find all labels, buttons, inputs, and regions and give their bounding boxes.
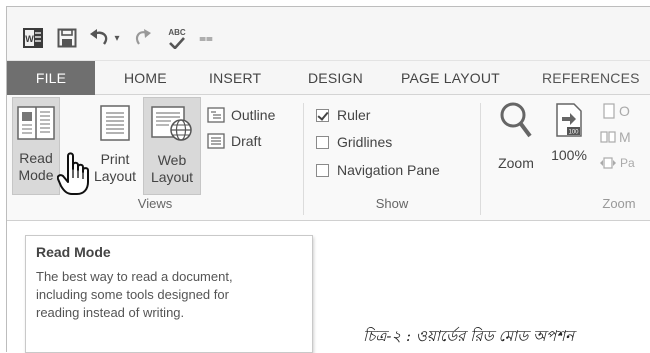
magnifier-icon xyxy=(499,101,533,143)
ruler-checkbox[interactable]: Ruler xyxy=(316,103,370,127)
gridlines-check-box[interactable] xyxy=(316,135,329,149)
read-mode-icon xyxy=(17,106,55,144)
tab-page-layout[interactable]: PAGE LAYOUT xyxy=(401,61,500,95)
tab-file[interactable]: FILE xyxy=(7,61,95,95)
print-layout-label-2: Layout xyxy=(93,168,137,184)
outline-button[interactable]: Outline xyxy=(207,103,275,127)
read-mode-label-1: Read xyxy=(19,150,53,166)
tab-design[interactable]: DESIGN xyxy=(308,61,363,95)
tooltip-line-2: including some tools designed for xyxy=(36,287,229,302)
tooltip-title: Read Mode xyxy=(36,244,111,260)
ruler-label: Ruler xyxy=(337,107,371,123)
group-divider xyxy=(480,103,481,215)
page-width-button[interactable]: Pa xyxy=(599,151,635,175)
redo-icon[interactable] xyxy=(131,25,155,51)
ribbon-tabs: FILE HOME INSERT DESIGN PAGE LAYOUT REFE… xyxy=(7,61,650,95)
multiple-pages-button[interactable]: M xyxy=(600,125,631,149)
show-group-label: Show xyxy=(375,196,409,211)
print-layout-icon xyxy=(100,105,130,145)
print-layout-label-1: Print xyxy=(100,151,130,167)
gridlines-label: Gridlines xyxy=(337,134,393,150)
word-app-icon[interactable]: W xyxy=(21,25,45,51)
web-layout-label-2: Layout xyxy=(150,169,194,185)
tab-home[interactable]: HOME xyxy=(124,61,167,95)
save-icon[interactable] xyxy=(55,25,79,51)
outline-label: Outline xyxy=(231,107,276,123)
svg-text:W: W xyxy=(25,34,34,44)
zoom-group-label: Zoom xyxy=(602,196,636,211)
ruler-check-box[interactable] xyxy=(316,108,329,122)
read-mode-button[interactable]: Read Mode xyxy=(12,97,60,195)
ribbon-view: Read Mode Print Layout Web Layout Outlin… xyxy=(7,95,650,221)
group-divider xyxy=(303,103,304,215)
web-layout-label-1: Web xyxy=(157,152,187,168)
outline-icon xyxy=(207,107,225,123)
draft-icon xyxy=(207,133,225,149)
one-page-icon xyxy=(603,103,615,119)
navigation-pane-label: Navigation Pane xyxy=(337,162,440,178)
undo-icon[interactable]: ▾ xyxy=(87,25,121,51)
multiple-pages-label: M xyxy=(619,129,631,145)
navigation-pane-checkbox[interactable]: Navigation Pane xyxy=(316,158,440,182)
tab-references[interactable]: REFERENCES xyxy=(542,61,640,95)
web-layout-button[interactable]: Web Layout xyxy=(143,97,201,195)
customize-glyph: ⩵ xyxy=(199,30,213,45)
hand-pointer-cursor xyxy=(56,151,93,204)
gridlines-checkbox[interactable]: Gridlines xyxy=(316,130,392,154)
zoom-100-icon: 100 xyxy=(556,103,582,141)
spelling-abc-icon[interactable]: ABC xyxy=(163,25,191,51)
one-page-label: O xyxy=(619,103,630,119)
one-page-button[interactable]: O xyxy=(603,99,630,123)
spelling-abc-label: ABC xyxy=(168,27,186,37)
zoom-button[interactable]: Zoom xyxy=(491,97,541,195)
page-width-label: Pa xyxy=(620,156,635,170)
figure-caption: চিত্র-২ : ওয়ার্ডের রিড মোড অপশন xyxy=(363,327,575,345)
tooltip-line-1: The best way to read a document, xyxy=(36,269,233,284)
undo-dropdown-caret[interactable]: ▾ xyxy=(114,33,119,44)
navigation-pane-check-box[interactable] xyxy=(316,163,329,177)
zoom-100-icon-text: 100 xyxy=(568,130,579,136)
tooltip-line-3: reading instead of writing. xyxy=(36,305,185,320)
print-layout-button[interactable]: Print Layout xyxy=(89,97,141,195)
web-layout-icon xyxy=(151,106,193,146)
tab-insert[interactable]: INSERT xyxy=(209,61,261,95)
read-mode-tooltip: Read Mode The best way to read a documen… xyxy=(25,235,313,353)
zoom-label: Zoom xyxy=(498,155,534,171)
customize-dropdown-icon[interactable]: ⩵ xyxy=(197,25,215,51)
multiple-pages-icon xyxy=(600,131,616,143)
views-group-label: Views xyxy=(137,196,173,211)
zoom-100-label: 100% xyxy=(551,147,587,163)
page-width-icon xyxy=(599,157,617,169)
read-mode-label-2: Mode xyxy=(18,167,54,183)
draft-label: Draft xyxy=(231,133,262,149)
draft-button[interactable]: Draft xyxy=(207,129,261,153)
quick-access-toolbar: W ▾ ABC ⩵ xyxy=(7,7,650,61)
zoom-100-button[interactable]: 100 100% xyxy=(547,97,591,195)
word-window: W ▾ ABC ⩵ FILE HOME INSERT DESIGN PAGE L… xyxy=(6,6,650,353)
